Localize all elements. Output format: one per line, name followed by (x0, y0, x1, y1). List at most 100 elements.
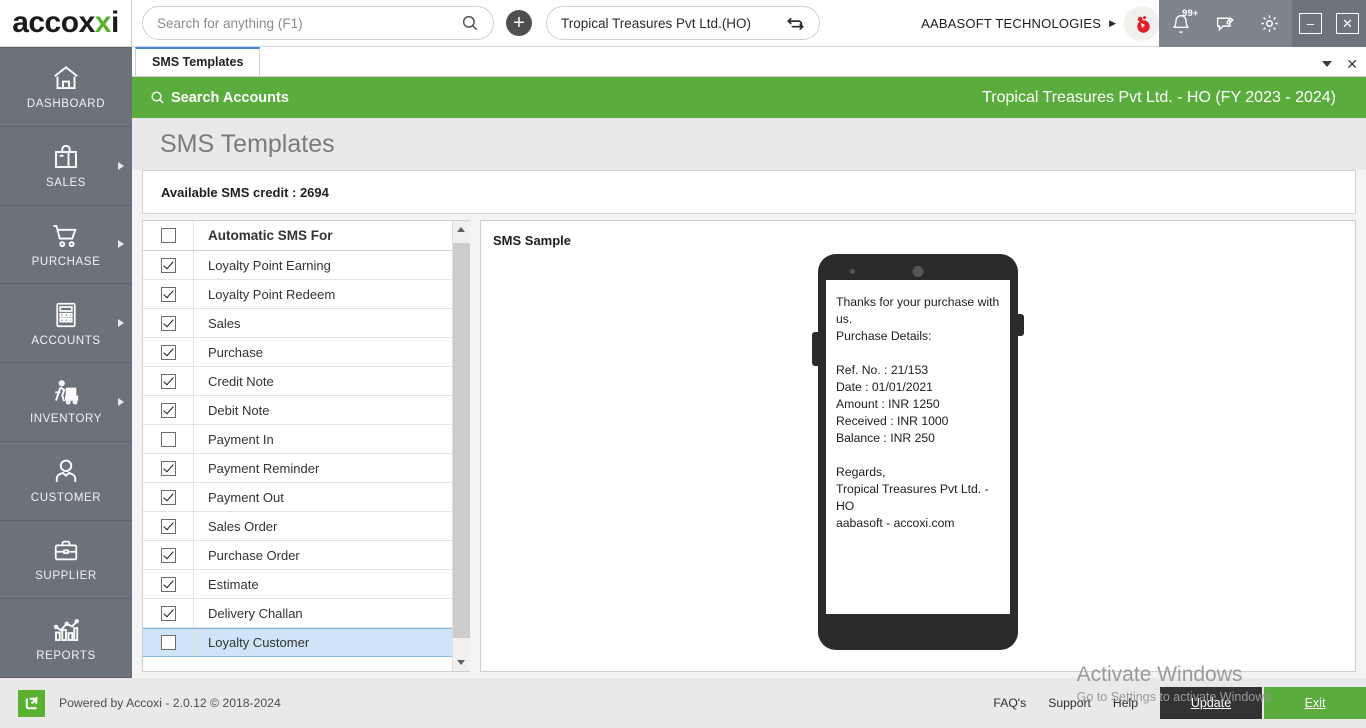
row-checkbox[interactable] (161, 461, 176, 476)
top-tools: 99+ (1159, 0, 1292, 47)
close-tab-icon[interactable]: ✕ (1346, 57, 1358, 71)
table-row[interactable]: Payment Out (143, 483, 452, 512)
settings-button[interactable] (1253, 7, 1287, 41)
table-row[interactable]: Estimate (143, 570, 452, 599)
search-accounts-button[interactable]: Search Accounts (150, 90, 289, 106)
row-checkbox[interactable] (161, 432, 176, 447)
sidebar-item-purchase[interactable]: PURCHASE (0, 206, 132, 285)
page-title-band: SMS Templates (132, 118, 1366, 170)
fiscal-context-label: Tropical Treasures Pvt Ltd. - HO (FY 202… (982, 89, 1336, 107)
company-account[interactable]: AABASOFT TECHNOLOGIES ▶ (921, 0, 1159, 47)
sidebar-item-reports[interactable]: REPORTS (0, 599, 132, 678)
shopping-cart-icon (49, 221, 83, 251)
body: DASHBOARD SALES PURCHASE (0, 47, 1366, 678)
table-row[interactable]: Purchase (143, 338, 452, 367)
chevron-down-icon[interactable] (1322, 61, 1332, 67)
row-checkbox[interactable] (161, 577, 176, 592)
exit-button[interactable]: Exit (1264, 687, 1366, 719)
row-label: Sales (194, 316, 241, 331)
brand-suffix: i (111, 6, 119, 40)
sidebar-item-sales[interactable]: SALES (0, 127, 132, 206)
search-icon (150, 90, 165, 105)
chevron-down-icon (457, 660, 465, 665)
table-row[interactable]: Loyalty Customer (143, 628, 452, 657)
scrollbar-track[interactable] (453, 238, 470, 654)
shopping-bag-icon (51, 142, 81, 172)
table-row[interactable]: Sales (143, 309, 452, 338)
branch-selector[interactable]: Tropical Treasures Pvt Ltd.(HO) (546, 6, 820, 40)
sidebar-item-supplier[interactable]: SUPPLIER (0, 521, 132, 600)
row-checkbox[interactable] (161, 258, 176, 273)
row-checkbox[interactable] (161, 548, 176, 563)
panes: Automatic SMS For Loyalty Point Earning … (142, 214, 1356, 678)
row-checkbox[interactable] (161, 403, 176, 418)
row-label: Loyalty Customer (194, 635, 309, 650)
row-label: Estimate (194, 577, 259, 592)
avatar[interactable] (1124, 6, 1159, 41)
table-row[interactable]: Payment In (143, 425, 452, 454)
sidebar-item-accounts[interactable]: ACCOUNTS (0, 284, 132, 363)
minimize-button[interactable]: – (1299, 13, 1322, 34)
table-row[interactable]: Credit Note (143, 367, 452, 396)
sidebar-item-label: REPORTS (36, 650, 96, 662)
table-row[interactable]: Loyalty Point Redeem (143, 280, 452, 309)
sidebar-item-dashboard[interactable]: DASHBOARD (0, 47, 132, 127)
sidebar-item-label: PURCHASE (32, 256, 101, 268)
sms-sample-panel: SMS Sample Thanks for your purchase with… (480, 220, 1356, 672)
row-checkbox-cell (143, 570, 194, 598)
row-checkbox-cell (143, 309, 194, 337)
switch-branch-icon[interactable] (786, 14, 805, 33)
row-label: Loyalty Point Redeem (194, 287, 335, 302)
row-checkbox[interactable] (161, 316, 176, 331)
exit-button-label: Exit (1305, 696, 1326, 710)
footer-bar: Powered by Accoxi - 2.0.12 © 2018-2024 F… (0, 678, 1366, 728)
table-row[interactable]: Loyalty Point Earning (143, 251, 452, 280)
row-checkbox[interactable] (161, 345, 176, 360)
sidebar-item-inventory[interactable]: INVENTORY (0, 363, 132, 442)
row-checkbox[interactable] (161, 374, 176, 389)
sidebar-item-label: ACCOUNTS (31, 335, 100, 347)
list-scrollbar[interactable] (452, 221, 469, 671)
row-checkbox-cell (143, 251, 194, 279)
add-new-button[interactable]: + (506, 10, 532, 36)
scroll-up-button[interactable] (453, 221, 470, 238)
support-link[interactable]: Support (1048, 696, 1091, 710)
notifications-button[interactable]: 99+ (1164, 7, 1198, 41)
table-row[interactable]: Delivery Challan (143, 599, 452, 628)
table-row[interactable]: Payment Reminder (143, 454, 452, 483)
phone-preview: Thanks for your purchase with us. Purcha… (481, 248, 1355, 671)
update-button[interactable]: Update (1160, 687, 1262, 719)
close-button[interactable]: ✕ (1336, 13, 1359, 34)
help-link[interactable]: Help (1113, 696, 1138, 710)
avatar-logo-icon (1130, 12, 1154, 36)
plus-icon: + (513, 13, 525, 33)
scroll-down-button[interactable] (453, 654, 470, 671)
sms-credit-panel: Available SMS credit : 2694 (142, 170, 1356, 214)
messages-button[interactable] (1208, 7, 1242, 41)
row-label: Payment Out (194, 490, 284, 505)
automatic-sms-list-panel: Automatic SMS For Loyalty Point Earning … (142, 220, 470, 672)
row-checkbox[interactable] (161, 490, 176, 505)
search-input[interactable] (157, 16, 461, 31)
table-row[interactable]: Purchase Order (143, 541, 452, 570)
row-label: Payment Reminder (194, 461, 319, 476)
faq-link[interactable]: FAQ's (993, 696, 1026, 710)
gear-icon (1259, 13, 1280, 34)
minimize-icon: – (1307, 17, 1314, 30)
row-label: Debit Note (194, 403, 269, 418)
scrollbar-thumb[interactable] (453, 243, 470, 638)
table-row[interactable]: Sales Order (143, 512, 452, 541)
sidebar-item-customer[interactable]: CUSTOMER (0, 442, 132, 521)
page-title: SMS Templates (160, 130, 335, 159)
global-search[interactable] (142, 6, 494, 40)
row-checkbox[interactable] (161, 635, 176, 650)
row-checkbox[interactable] (161, 519, 176, 534)
chevron-right-icon (118, 398, 124, 406)
row-checkbox[interactable] (161, 606, 176, 621)
tab-sms-templates[interactable]: SMS Templates (135, 47, 260, 76)
row-checkbox[interactable] (161, 287, 176, 302)
select-all-checkbox[interactable] (161, 228, 176, 243)
table-row[interactable]: Debit Note (143, 396, 452, 425)
branch-name: Tropical Treasures Pvt Ltd.(HO) (561, 16, 751, 31)
brand-accent: x (95, 6, 111, 40)
